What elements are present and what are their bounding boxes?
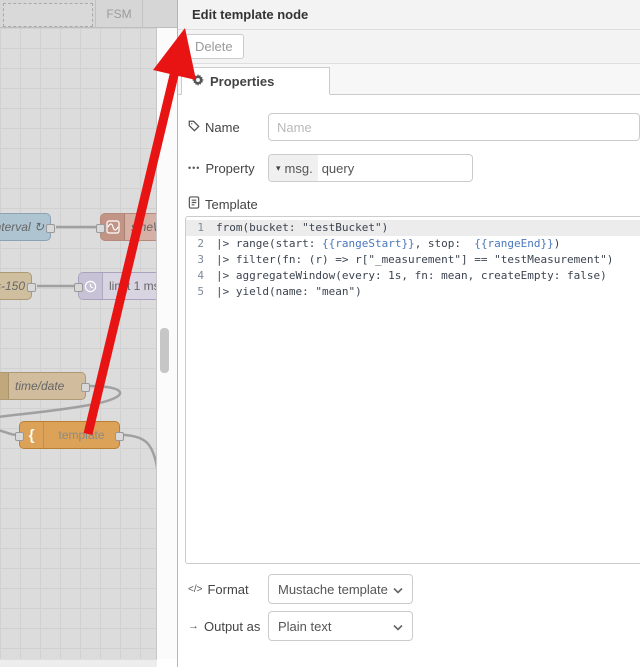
code-line[interactable]: 3 |> filter(fn: (r) => r["_measurement"] … xyxy=(186,252,640,268)
node-ms150[interactable]: s-150 xyxy=(0,272,36,300)
screen: FSM interval ↻ xyxy=(0,0,640,667)
code-lines: 1 from(bucket: "testBucket") 2 |> range(sta… xyxy=(186,220,640,300)
line-number: 3 xyxy=(197,253,204,266)
node-limit[interactable]: limit 1 ms xyxy=(74,272,156,300)
format-row: </> Format Mustache template xyxy=(188,574,640,604)
line-number: 2 xyxy=(197,237,204,250)
dialog-title: Edit template node xyxy=(178,0,640,30)
node-template[interactable]: { template xyxy=(15,421,124,449)
line-number: 4 xyxy=(197,269,204,282)
tab-properties-label: Properties xyxy=(210,73,275,89)
flow-canvas[interactable]: interval ↻ sineW s-150 xyxy=(0,28,157,659)
code-line[interactable]: 5 |> yield(name: "mean") xyxy=(186,284,640,300)
port-template-out[interactable] xyxy=(115,432,124,441)
output-row: → Output as Plain text xyxy=(188,611,640,641)
node-interval[interactable]: interval ↻ xyxy=(0,213,55,241)
port-ms150-out[interactable] xyxy=(27,283,36,292)
dialog-toolbar: Delete xyxy=(178,30,640,64)
template-label: Template xyxy=(188,196,640,212)
chevron-down-icon xyxy=(393,582,403,597)
edit-template-dialog: Edit template node Delete Properties Nam… xyxy=(177,0,640,667)
property-label: ••• Property xyxy=(188,160,255,176)
gear-icon xyxy=(192,73,204,89)
property-type-label: msg. xyxy=(284,160,313,176)
node-sinewave[interactable]: sineW xyxy=(96,213,156,241)
output-select[interactable]: Plain text xyxy=(268,611,413,641)
canvas-vertical-scrollbar-thumb[interactable] xyxy=(160,328,169,373)
property-typed-input[interactable]: ▾ msg. query xyxy=(268,154,473,182)
canvas-vertical-scrollbar[interactable] xyxy=(157,28,177,659)
wire-template-out xyxy=(123,433,156,469)
property-row: ••• Property ▾ msg. query xyxy=(188,154,640,182)
port-limit-in[interactable] xyxy=(74,283,83,292)
line-number: 5 xyxy=(197,285,204,298)
wires xyxy=(0,225,156,469)
caret-down-icon: ▾ xyxy=(276,162,281,173)
code-brackets-icon: </> xyxy=(188,583,203,595)
output-select-value: Plain text xyxy=(278,618,332,634)
template-doc-icon xyxy=(188,196,200,212)
code-text: |> yield(name: "mean") xyxy=(216,285,362,298)
arrow-right-icon: → xyxy=(188,620,199,632)
name-row: Name xyxy=(188,113,640,141)
port-sine-in[interactable] xyxy=(96,224,105,233)
code-line[interactable]: 4 |> aggregateWindow(every: 1s, fn: mean,… xyxy=(186,268,640,284)
flow-tab-ghost[interactable] xyxy=(3,3,93,27)
flow-tab-fsm[interactable]: FSM xyxy=(95,0,143,28)
tab-properties[interactable]: Properties xyxy=(181,67,330,95)
name-input[interactable] xyxy=(268,113,640,141)
code-text: |> aggregateWindow(every: 1s, fn: mean, … xyxy=(216,269,607,282)
port-interval-out[interactable] xyxy=(46,224,55,233)
code-text: from(bucket: "testBucket") xyxy=(216,221,389,234)
format-select-value: Mustache template xyxy=(278,581,388,597)
property-value[interactable]: query xyxy=(318,161,355,176)
delete-button[interactable]: Delete xyxy=(184,34,244,59)
port-template-in[interactable] xyxy=(15,432,24,441)
ellipsis-icon: ••• xyxy=(188,163,201,173)
code-line[interactable]: 1 from(bucket: "testBucket") xyxy=(186,220,640,236)
chevron-down-icon xyxy=(393,619,403,634)
node-timedate[interactable]: f time/date xyxy=(0,372,90,400)
code-text: |> range(start: {{rangeStart}}, stop: {{… xyxy=(216,237,561,250)
template-code-editor[interactable]: 1 from(bucket: "testBucket") 2 |> range(sta… xyxy=(185,216,640,564)
function-icon: f xyxy=(0,373,9,399)
format-select[interactable]: Mustache template xyxy=(268,574,413,604)
flow-workspace[interactable]: FSM interval ↻ xyxy=(0,0,178,667)
property-type-button[interactable]: ▾ msg. xyxy=(269,155,318,181)
line-number: 1 xyxy=(197,221,204,234)
code-text: |> filter(fn: (r) => r["_measurement"] =… xyxy=(216,253,614,266)
canvas-horizontal-scrollbar[interactable] xyxy=(0,659,157,667)
port-timedate-out[interactable] xyxy=(81,383,90,392)
tag-icon xyxy=(188,120,200,135)
name-label: Name xyxy=(188,120,268,135)
code-line[interactable]: 2 |> range(start: {{rangeStart}}, stop: {… xyxy=(186,236,640,252)
format-label: </> Format xyxy=(188,581,249,597)
flow-tab-bar: FSM xyxy=(0,0,178,28)
dialog-tab-bar: Properties xyxy=(178,64,640,95)
output-label: → Output as xyxy=(188,618,261,634)
